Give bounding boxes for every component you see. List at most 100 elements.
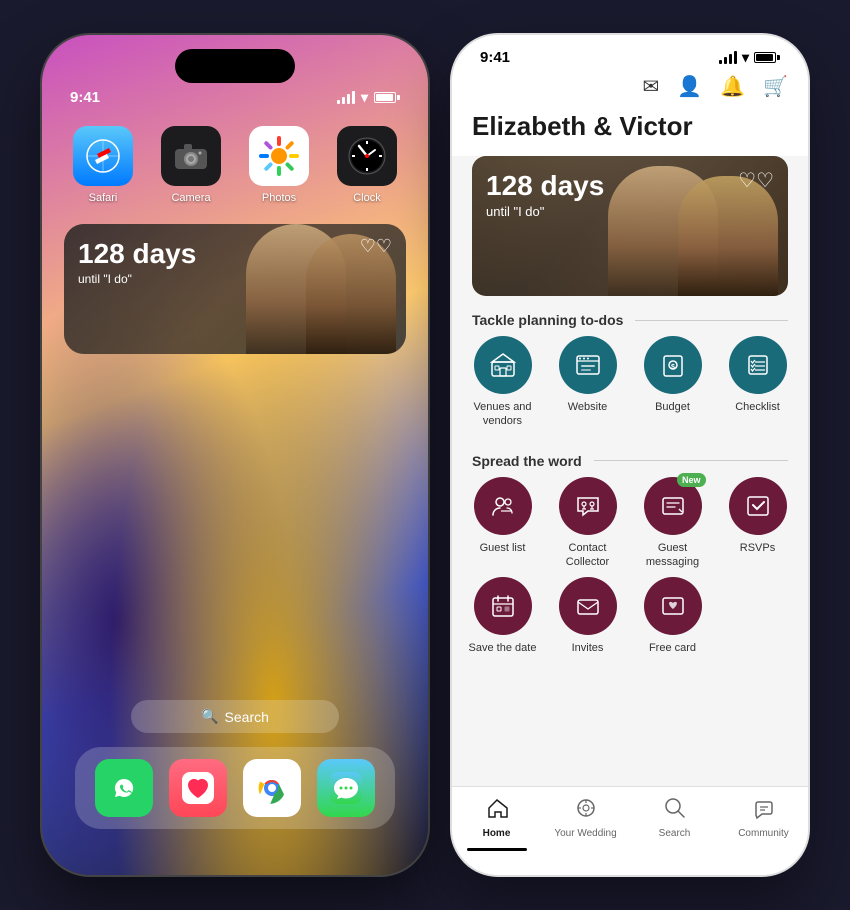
- feature-venues[interactable]: Venues and vendors: [464, 336, 541, 429]
- feature-website[interactable]: Website: [549, 336, 626, 429]
- nav-home-label: Home: [483, 828, 511, 839]
- right-header: ✉ 👤 🔔 🛒: [452, 66, 808, 109]
- bottom-nav: Home Your Wedding: [452, 786, 808, 875]
- app-safari[interactable]: Safari: [64, 126, 142, 204]
- nav-community-label: Community: [738, 828, 789, 839]
- budget-label: Budget: [655, 400, 690, 414]
- left-phone: 9:41 ▾: [40, 33, 430, 877]
- feature-save-date[interactable]: Save the date: [464, 577, 541, 655]
- section2-grid: Guest list Contact Collector: [452, 477, 808, 664]
- svg-text:$: $: [671, 364, 675, 371]
- section2-header: Spread the word: [452, 437, 808, 477]
- status-icons-left: ▾: [337, 89, 400, 106]
- dock-area: 🔍 Search: [42, 700, 428, 829]
- person-icon[interactable]: 👤: [677, 74, 702, 99]
- dynamic-island: [175, 49, 295, 83]
- checklist-icon: [729, 336, 787, 394]
- nav-search[interactable]: Search: [630, 797, 719, 851]
- invites-label: Invites: [572, 641, 604, 655]
- nav-wedding-label: Your Wedding: [554, 828, 616, 839]
- widget-subtitle: until "I do": [78, 272, 392, 286]
- photos-label: Photos: [262, 192, 296, 204]
- dock-messages[interactable]: [317, 759, 375, 817]
- search-icon-left: 🔍: [201, 708, 218, 725]
- couple-banner: 128 days until "I do" ♡♡: [472, 156, 788, 296]
- guest-messaging-label: Guest messaging: [634, 541, 711, 570]
- section1-header: Tackle planning to-dos: [452, 296, 808, 336]
- clock-icon: [337, 126, 397, 186]
- nav-home-underline: [467, 848, 527, 851]
- feature-guest-messaging[interactable]: New Guest messaging: [634, 477, 711, 570]
- rsvps-label: RSVPs: [740, 541, 775, 555]
- left-time: 9:41: [70, 89, 100, 106]
- dock-whatsapp[interactable]: [95, 759, 153, 817]
- free-card-label: Free card: [649, 641, 696, 655]
- section1-line: [635, 320, 788, 321]
- nav-search-label: Search: [659, 828, 691, 839]
- contact-collector-icon: [559, 477, 617, 535]
- app-grid: Safari Camera: [42, 106, 428, 214]
- status-bar-right: 9:41 ▾: [452, 35, 808, 66]
- app-clock[interactable]: Clock: [328, 126, 406, 204]
- save-date-label: Save the date: [469, 641, 537, 655]
- feature-free-card[interactable]: Free card: [634, 577, 711, 655]
- photos-icon: [249, 126, 309, 186]
- status-icons-right: ▾: [719, 49, 780, 66]
- section2-line: [594, 460, 788, 461]
- app-camera[interactable]: Camera: [152, 126, 230, 204]
- mail-icon[interactable]: ✉: [643, 74, 660, 99]
- nav-home[interactable]: Home: [452, 797, 541, 851]
- venues-label: Venues and vendors: [464, 400, 541, 429]
- couple-title: Elizabeth & Victor: [452, 109, 808, 156]
- feature-checklist[interactable]: Checklist: [719, 336, 796, 429]
- cart-icon[interactable]: 🛒: [763, 74, 788, 99]
- bell-icon[interactable]: 🔔: [720, 74, 745, 99]
- venues-icon: [474, 336, 532, 394]
- feature-contact-collector[interactable]: Contact Collector: [549, 477, 626, 570]
- app-photos[interactable]: Photos: [240, 126, 318, 204]
- nav-your-wedding[interactable]: Your Wedding: [541, 797, 630, 851]
- feature-budget[interactable]: $ Budget: [634, 336, 711, 429]
- camera-label: Camera: [171, 192, 210, 204]
- section1-label: Tackle planning to-dos: [472, 312, 623, 328]
- widget-hearts: ♡♡: [360, 236, 392, 257]
- right-phone: 9:41 ▾ ✉ 👤 🔔 🛒 Elizabeth & Victor: [450, 33, 810, 877]
- website-icon: [559, 336, 617, 394]
- dock-chrome[interactable]: [243, 759, 301, 817]
- dock-health[interactable]: [169, 759, 227, 817]
- feature-invites[interactable]: Invites: [549, 577, 626, 655]
- guest-messaging-icon: New: [644, 477, 702, 535]
- right-time: 9:41: [480, 49, 510, 66]
- banner-until: until "I do": [486, 204, 604, 219]
- budget-icon: $: [644, 336, 702, 394]
- nav-community[interactable]: Community: [719, 797, 808, 851]
- search-pill[interactable]: 🔍 Search: [131, 700, 339, 733]
- clock-label: Clock: [353, 192, 381, 204]
- home-nav-icon: [486, 797, 508, 825]
- website-label: Website: [568, 400, 608, 414]
- feature-guestlist[interactable]: Guest list: [464, 477, 541, 570]
- community-nav-icon: [753, 797, 775, 825]
- invites-icon: [559, 577, 617, 635]
- new-badge: New: [677, 473, 706, 487]
- banner-text: 128 days until "I do": [486, 170, 604, 219]
- section1-grid: Venues and vendors Website: [452, 336, 808, 437]
- rsvps-icon: [729, 477, 787, 535]
- checklist-label: Checklist: [735, 400, 780, 414]
- widget-days: 128 days: [78, 238, 392, 270]
- guestlist-label: Guest list: [480, 541, 526, 555]
- feature-rsvps[interactable]: RSVPs: [719, 477, 796, 570]
- camera-icon: [161, 126, 221, 186]
- contact-collector-label: Contact Collector: [549, 541, 626, 570]
- right-scroll: Tackle planning to-dos Venues and vendor…: [452, 296, 808, 786]
- banner-hearts: ♡♡: [738, 168, 774, 193]
- free-card-icon: [644, 577, 702, 635]
- status-bar-left: 9:41 ▾: [42, 89, 428, 106]
- wedding-nav-icon: [575, 797, 597, 825]
- section2-label: Spread the word: [472, 453, 582, 469]
- guestlist-icon: [474, 477, 532, 535]
- safari-label: Safari: [89, 192, 118, 204]
- wifi-icon-left: ▾: [361, 89, 368, 106]
- days-widget[interactable]: 128 days until "I do" ♡♡: [64, 224, 406, 354]
- search-label-left: Search: [225, 709, 269, 725]
